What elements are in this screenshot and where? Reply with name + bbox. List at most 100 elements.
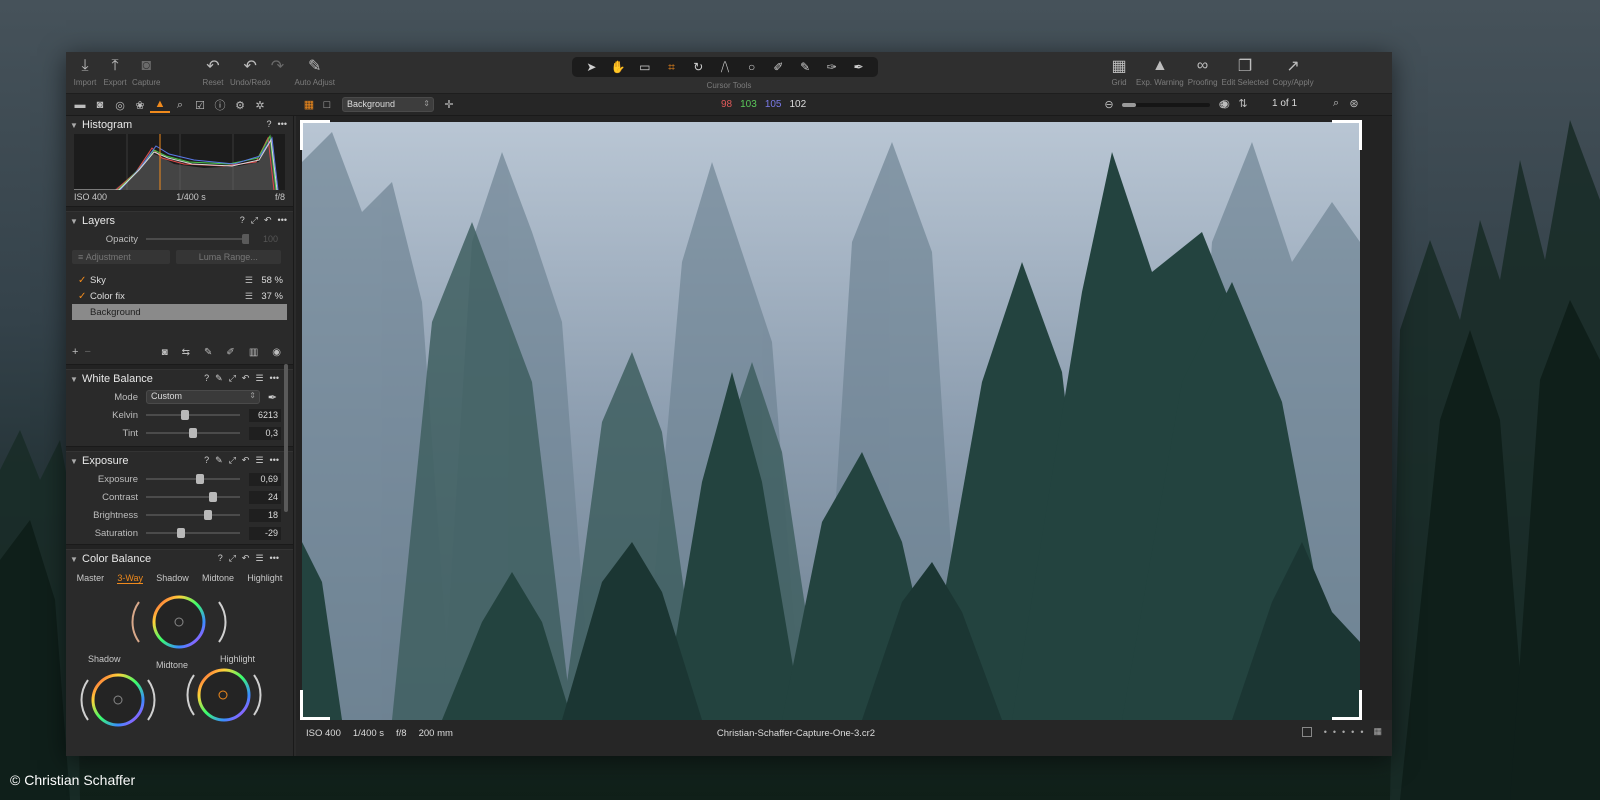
output-tab-icon[interactable]: ⚙ bbox=[230, 97, 250, 113]
more-icon[interactable]: ••• bbox=[278, 119, 287, 129]
keystone-icon[interactable]: ⧸⧹ bbox=[714, 60, 736, 75]
copy-apply-button[interactable]: ↗ Copy/Apply bbox=[1273, 56, 1314, 87]
checkmark-icon[interactable]: ✓ bbox=[78, 275, 90, 286]
more-icon[interactable]: ••• bbox=[278, 215, 287, 226]
list-icon[interactable]: ☰ bbox=[255, 553, 263, 564]
layers-header[interactable]: ▼ Layers ? ⤢ ↶ ••• bbox=[66, 212, 293, 230]
layer-settings-icon[interactable]: ☰ bbox=[245, 291, 253, 302]
multi-view-icon[interactable]: ▦ bbox=[300, 98, 318, 111]
color-tab-icon[interactable]: ❀ bbox=[130, 97, 150, 113]
slider-knob[interactable] bbox=[189, 428, 197, 438]
exposure-slider[interactable] bbox=[146, 474, 240, 484]
shadow-wheel[interactable] bbox=[80, 673, 156, 727]
eraser-icon[interactable]: ✒ bbox=[848, 60, 870, 74]
select-cursor-icon[interactable]: ➤ bbox=[580, 60, 602, 74]
spot-removal-icon[interactable]: ○ bbox=[741, 60, 763, 74]
saturation-slider[interactable] bbox=[146, 528, 240, 538]
layer-settings-icon[interactable]: ☰ bbox=[245, 275, 253, 286]
remove-layer-icon[interactable]: − bbox=[84, 346, 90, 358]
library-tab-icon[interactable]: ▬ bbox=[70, 97, 90, 113]
rotate-icon[interactable]: ↻ bbox=[687, 60, 709, 74]
picker-icon[interactable]: ✎ bbox=[215, 373, 223, 384]
pagination-dots[interactable]: ••••• bbox=[1324, 727, 1370, 737]
help-icon[interactable]: ? bbox=[204, 373, 209, 384]
zoom-out-icon[interactable]: ⊖ bbox=[1100, 98, 1118, 111]
mask-view-icon[interactable]: ◙ bbox=[162, 347, 168, 358]
batch-tab-icon[interactable]: ✲ bbox=[250, 97, 270, 113]
image-viewer[interactable] bbox=[296, 116, 1392, 720]
details-tab-icon[interactable]: ⌕ bbox=[170, 97, 190, 113]
brush-icon[interactable]: ✎ bbox=[204, 347, 212, 358]
crop-handle-top-left[interactable] bbox=[300, 120, 330, 150]
invert-mask-icon[interactable]: ⇆ bbox=[182, 347, 190, 358]
help-icon[interactable]: ? bbox=[240, 215, 245, 226]
slider-knob[interactable] bbox=[208, 492, 217, 502]
adjustments-tab-icon[interactable]: ☑ bbox=[190, 97, 210, 113]
more-icon[interactable]: ••• bbox=[270, 455, 279, 466]
edit-selected-button[interactable]: ❐ Edit Selected bbox=[1222, 56, 1269, 87]
gradient-mask-icon[interactable]: ✑ bbox=[821, 60, 843, 74]
tab-3-way[interactable]: 3-Way bbox=[117, 573, 144, 584]
reset-icon[interactable]: ↶ bbox=[242, 455, 250, 466]
layer-dropdown[interactable]: Background ⇕ bbox=[342, 97, 434, 112]
layer-item-sky[interactable]: ✓ Sky ☰ 58 % bbox=[72, 272, 287, 288]
layer-opacity-slider[interactable] bbox=[146, 234, 250, 244]
kelvin-slider[interactable] bbox=[146, 410, 240, 420]
brightness-slider[interactable] bbox=[146, 510, 240, 520]
crop-handle-top-right[interactable] bbox=[1332, 120, 1362, 150]
contrast-slider[interactable] bbox=[146, 492, 240, 502]
add-layer-icon[interactable]: + bbox=[72, 346, 78, 358]
picker-icon[interactable]: ✎ bbox=[215, 455, 223, 466]
eraser-icon[interactable]: ✐ bbox=[226, 347, 234, 358]
slider-knob[interactable] bbox=[195, 474, 204, 484]
lens-tab-icon[interactable]: ◎ bbox=[110, 97, 130, 113]
search-icon[interactable]: ⌕ bbox=[1327, 97, 1345, 110]
histogram-header[interactable]: ▼ Histogram ? ••• bbox=[66, 116, 293, 134]
filter-icon[interactable]: ⊛ bbox=[1345, 97, 1363, 110]
draw-mask-icon[interactable]: ✎ bbox=[794, 60, 816, 74]
capture-tab-icon[interactable]: ◙ bbox=[90, 97, 110, 113]
tint-slider[interactable] bbox=[146, 428, 240, 438]
gradient-icon[interactable]: ▥ bbox=[249, 347, 258, 358]
help-icon[interactable]: ? bbox=[218, 553, 223, 564]
adjustment-dropdown[interactable]: ≡ Adjustment bbox=[72, 250, 170, 264]
exposure-header[interactable]: ▼ Exposure ? ✎ ⤢ ↶ ☰ ••• bbox=[66, 452, 293, 470]
layer-item-color-fix[interactable]: ✓ Color fix ☰ 37 % bbox=[72, 288, 287, 304]
crop-icon[interactable]: ⌗ bbox=[661, 60, 683, 75]
single-view-icon[interactable]: □ bbox=[318, 99, 336, 111]
link-icon[interactable]: ⤢ bbox=[229, 455, 236, 466]
add-layer-icon[interactable]: ✛ bbox=[440, 98, 458, 111]
crop-handle-bottom-right[interactable] bbox=[1332, 690, 1362, 720]
slider-knob[interactable] bbox=[176, 528, 185, 538]
sort-icon[interactable]: ⇅ bbox=[1234, 97, 1252, 110]
exposure-tab-icon[interactable]: ▲ bbox=[150, 97, 170, 113]
reset-icon[interactable]: ↶ bbox=[264, 215, 272, 226]
slider-knob[interactable] bbox=[204, 510, 213, 520]
filmstrip-icon[interactable]: ▦ bbox=[1373, 726, 1382, 737]
link-icon[interactable]: ⤢ bbox=[251, 215, 258, 226]
list-icon[interactable]: ☰ bbox=[255, 455, 263, 466]
picker-icon[interactable]: ✐ bbox=[767, 60, 789, 74]
radial-icon[interactable]: ◉ bbox=[272, 347, 281, 358]
crop-handle-bottom-left[interactable] bbox=[300, 690, 330, 720]
layer-item-background[interactable]: Background bbox=[72, 304, 287, 320]
eyedropper-icon[interactable]: ✒ bbox=[268, 391, 277, 404]
luma-range-button[interactable]: Luma Range... bbox=[175, 250, 281, 264]
more-icon[interactable]: ••• bbox=[270, 373, 279, 384]
list-icon[interactable]: ☰ bbox=[255, 373, 263, 384]
tab-master[interactable]: Master bbox=[77, 573, 105, 583]
pan-hand-icon[interactable]: ✋ bbox=[607, 60, 629, 74]
grid-button[interactable]: ▦ Grid bbox=[1106, 56, 1132, 87]
slider-knob[interactable] bbox=[181, 410, 190, 420]
tab-midtone[interactable]: Midtone bbox=[202, 573, 234, 583]
tab-highlight[interactable]: Highlight bbox=[247, 573, 282, 583]
tab-shadow[interactable]: Shadow bbox=[156, 573, 189, 583]
proof-checkbox-icon[interactable] bbox=[1301, 726, 1312, 737]
link-icon[interactable]: ⤢ bbox=[229, 373, 236, 384]
color-balance-header[interactable]: ▼ Color Balance ? ⤢ ↶ ☰ ••• bbox=[66, 550, 293, 568]
panel-scrollbar[interactable] bbox=[284, 364, 288, 512]
checkmark-icon[interactable]: ✓ bbox=[78, 291, 90, 302]
zoom-slider[interactable] bbox=[1122, 102, 1210, 107]
loupe-icon[interactable]: ▭ bbox=[634, 60, 656, 74]
exposure-warning-button[interactable]: ▲ Exp. Warning bbox=[1136, 56, 1184, 87]
